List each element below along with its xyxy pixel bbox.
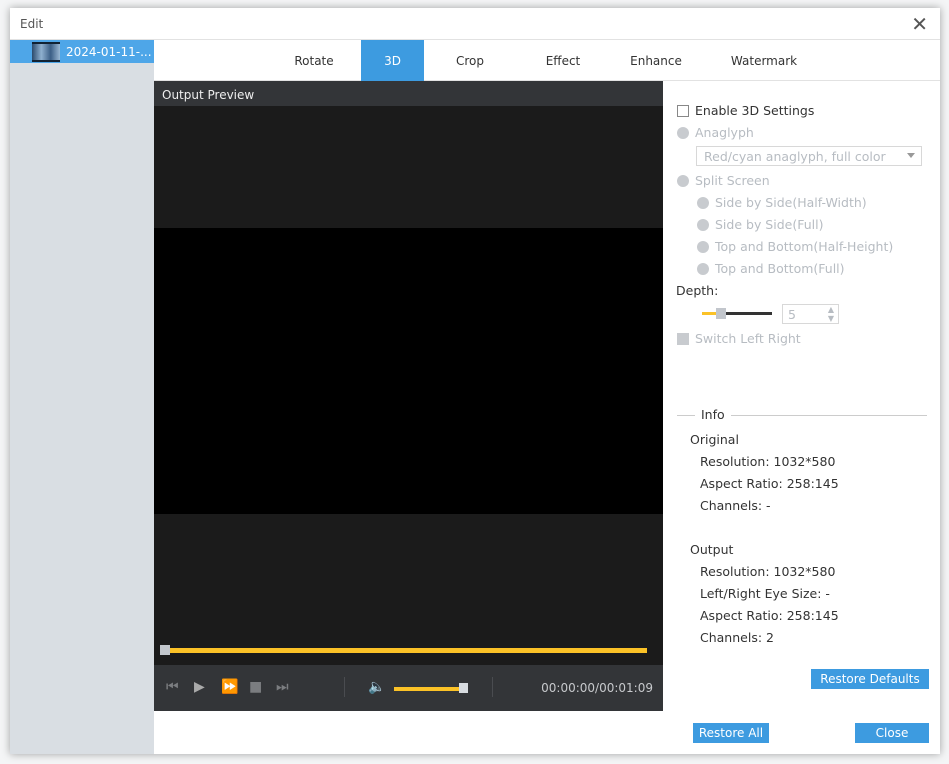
spin-arrows-icon[interactable]: ▲ ▼ [828, 305, 834, 323]
player-controls: ⏮ ▶ ⏩ ■ ⏭ 🔈 00:00:00/00:01:09 [154, 665, 663, 711]
volume-handle[interactable] [459, 683, 468, 693]
radio-label: Split Screen [695, 173, 770, 188]
radio-label: Anaglyph [695, 125, 754, 140]
video-thumbnail [32, 41, 60, 62]
output-label: Output [690, 542, 734, 557]
divider [344, 677, 345, 697]
close-icon[interactable]: ✕ [911, 12, 928, 36]
tab-watermark[interactable]: Watermark [702, 40, 826, 81]
video-canvas [154, 228, 663, 514]
volume-icon[interactable]: 🔈 [368, 679, 385, 695]
tab-enhance[interactable]: Enhance [610, 40, 702, 81]
tab-rotate[interactable]: Rotate [266, 40, 362, 81]
info-value: Aspect Ratio: 258:145 [700, 608, 839, 623]
fast-forward-icon[interactable]: ⏩ [221, 679, 238, 695]
radio-label: Side by Side(Full) [715, 217, 824, 232]
preview-header: Output Preview [154, 81, 663, 106]
file-name: 2024-01-11-... [66, 44, 152, 59]
skip-end-icon[interactable]: ⏭ [276, 679, 289, 695]
checkbox-label: Switch Left Right [695, 331, 801, 346]
radio[interactable] [697, 196, 709, 209]
info-title: Info [695, 407, 731, 422]
depth-label: Depth: [676, 283, 719, 298]
depth-slider[interactable] [702, 312, 772, 315]
split-option-radio[interactable]: Side by Side(Full) [697, 217, 823, 232]
restore-all-button[interactable]: Restore All [693, 723, 769, 743]
radio-label: Top and Bottom(Half-Height) [715, 239, 894, 254]
split-screen-radio[interactable]: Split Screen [677, 173, 770, 188]
select-value: Red/cyan anaglyph, full color [704, 149, 886, 164]
split-option-radio[interactable]: Side by Side(Half-Width) [697, 195, 867, 210]
stop-icon[interactable]: ■ [249, 679, 262, 695]
radio[interactable] [697, 262, 709, 275]
split-option-radio[interactable]: Top and Bottom(Full) [697, 261, 845, 276]
chevron-down-icon [907, 153, 915, 162]
radio-label: Side by Side(Half-Width) [715, 195, 867, 210]
switch-left-right-checkbox[interactable]: Switch Left Right [677, 331, 801, 346]
restore-defaults-button[interactable]: Restore Defaults [811, 669, 929, 689]
close-button[interactable]: Close [855, 723, 929, 743]
info-value: Left/Right Eye Size: - [700, 586, 830, 601]
title-bar: Edit ✕ [10, 8, 940, 40]
checkbox-label: Enable 3D Settings [695, 103, 815, 118]
radio[interactable] [697, 218, 709, 231]
play-icon[interactable]: ▶ [194, 679, 205, 695]
info-value: Resolution: 1032*580 [700, 454, 836, 469]
enable-3d-checkbox[interactable]: Enable 3D Settings [677, 103, 814, 118]
file-sidebar: 2024-01-11-... [10, 40, 154, 754]
radio[interactable] [697, 240, 709, 253]
seek-handle[interactable] [160, 645, 170, 655]
radio[interactable] [677, 126, 689, 139]
depth-handle[interactable] [716, 308, 726, 319]
tab-3d[interactable]: 3D [361, 40, 424, 81]
radio[interactable] [677, 174, 689, 187]
volume-slider[interactable] [394, 687, 464, 691]
anaglyph-radio[interactable]: Anaglyph [677, 125, 754, 140]
output-preview: Output Preview ⏮ ▶ ⏩ ■ ⏭ 🔈 00:00:00/00:0… [154, 81, 663, 711]
edit-dialog: Edit ✕ 2024-01-11-... Rotate 3D Crop Eff… [10, 8, 940, 754]
seek-bar[interactable] [162, 648, 647, 653]
skip-start-icon[interactable]: ⏮ [166, 679, 179, 695]
info-value: Channels: - [700, 498, 771, 513]
tab-bar: Rotate 3D Crop Effect Enhance Watermark [154, 40, 940, 81]
file-item[interactable]: 2024-01-11-... [10, 40, 154, 63]
divider [492, 677, 493, 697]
dialog-title: Edit [20, 17, 44, 31]
spin-value: 5 [788, 307, 796, 322]
info-value: Channels: 2 [700, 630, 774, 645]
radio-label: Top and Bottom(Full) [715, 261, 845, 276]
original-label: Original [690, 432, 739, 447]
checkbox[interactable] [677, 332, 689, 345]
tab-effect[interactable]: Effect [516, 40, 610, 81]
info-value: Resolution: 1032*580 [700, 564, 836, 579]
checkbox[interactable] [677, 104, 689, 117]
anaglyph-select[interactable]: Red/cyan anaglyph, full color [696, 146, 922, 166]
split-option-radio[interactable]: Top and Bottom(Half-Height) [697, 239, 893, 254]
time-display: 00:00:00/00:01:09 [541, 681, 653, 695]
info-value: Aspect Ratio: 258:145 [700, 476, 839, 491]
depth-spinbox[interactable]: 5 ▲ ▼ [782, 304, 839, 324]
tab-crop[interactable]: Crop [424, 40, 516, 81]
